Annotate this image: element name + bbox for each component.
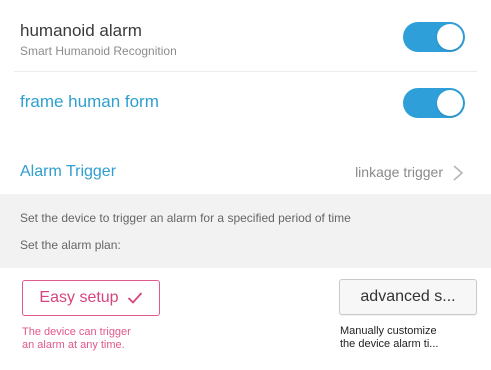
alarm-trigger-row[interactable]: Alarm Trigger linkage trigger (0, 138, 491, 194)
alarm-plan-info: Set the device to trigger an alarm for a… (0, 194, 491, 268)
easy-desc-line-1: The device can trigger (22, 326, 131, 338)
easy-setup-description: The device can trigger an alarm at any t… (22, 326, 172, 352)
frame-human-form-toggle[interactable] (403, 88, 465, 118)
advanced-desc-line-1: Manually customize (340, 325, 437, 337)
humanoid-alarm-title: humanoid alarm (20, 21, 142, 40)
advanced-setup-description: Manually customize the device alarm ti..… (340, 325, 474, 351)
advanced-desc-line-2: the device alarm ti... (340, 338, 439, 350)
toggle-knob (437, 90, 463, 116)
plan-label: Set the alarm plan: (20, 238, 121, 252)
frame-human-form-row: frame human form (0, 72, 491, 138)
toggle-knob (437, 24, 463, 50)
humanoid-alarm-row: humanoid alarm Smart Humanoid Recognitio… (0, 0, 491, 72)
easy-setup-button[interactable]: Easy setup (22, 280, 160, 316)
advanced-setup-button[interactable]: advanced s... (339, 279, 477, 315)
easy-desc-line-2: an alarm at any time. (22, 339, 125, 351)
checkmark-icon (127, 292, 142, 304)
info-text: Set the device to trigger an alarm for a… (20, 211, 351, 225)
humanoid-alarm-toggle[interactable] (403, 22, 465, 52)
humanoid-alarm-subtitle: Smart Humanoid Recognition (20, 44, 177, 58)
alarm-trigger-title: Alarm Trigger (20, 163, 117, 180)
advanced-setup-label: advanced s... (360, 288, 456, 305)
easy-setup-label: Easy setup (39, 289, 119, 306)
chevron-right-icon (453, 165, 464, 181)
frame-human-form-title: frame human form (20, 92, 159, 111)
alarm-trigger-value: linkage trigger (355, 164, 443, 180)
alarm-settings-screen: humanoid alarm Smart Humanoid Recognitio… (0, 0, 491, 370)
